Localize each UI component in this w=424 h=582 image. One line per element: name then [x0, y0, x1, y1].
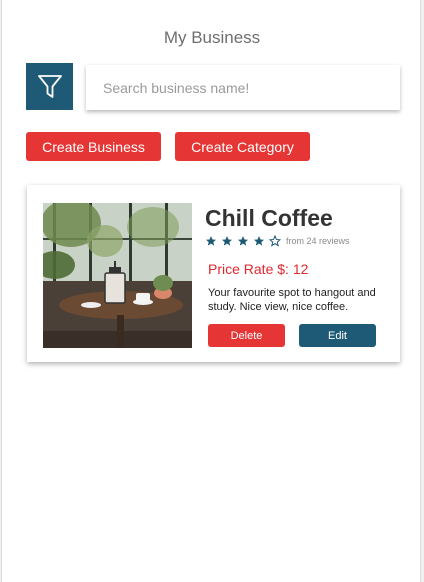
- search-input[interactable]: [86, 79, 400, 96]
- business-card: Chill Coffee from 24 reviews Price Rate …: [27, 185, 400, 362]
- business-name: Chill Coffee: [205, 205, 333, 231]
- price-rate: Price Rate $: 12: [208, 261, 309, 277]
- app-screen: My Business Create Business Create Categ…: [1, 0, 421, 582]
- page-title: My Business: [163, 28, 261, 47]
- star-empty-icon: [269, 235, 281, 247]
- star-filled-icon: [238, 236, 248, 246]
- edit-button[interactable]: Edit: [299, 324, 376, 347]
- star-filled-icon: [206, 236, 216, 246]
- rating-stars: from 24 reviews: [205, 235, 350, 247]
- star-filled-icon: [222, 236, 232, 246]
- business-photo: [43, 203, 192, 348]
- filter-funnel-icon: [37, 74, 62, 98]
- delete-button[interactable]: Delete: [208, 324, 285, 347]
- business-description: Your favourite spot to hangout and study…: [208, 287, 376, 313]
- create-business-button[interactable]: Create Business: [26, 132, 161, 161]
- search-box: [86, 65, 400, 110]
- create-category-button[interactable]: Create Category: [175, 132, 310, 161]
- star-filled-icon: [254, 236, 264, 246]
- review-count: from 24 reviews: [286, 236, 350, 246]
- filter-button[interactable]: [26, 63, 73, 110]
